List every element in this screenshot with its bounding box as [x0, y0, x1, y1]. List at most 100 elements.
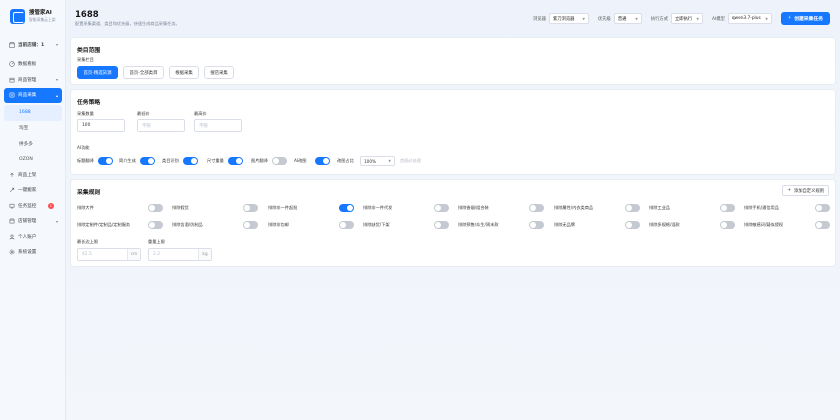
- sidebar-subitem-1688[interactable]: 1688: [4, 105, 62, 121]
- rule-label: 排除多规格/混款: [649, 222, 680, 227]
- category-option-all[interactable]: 首页-全部类目: [123, 66, 164, 79]
- rule-label: 排除工业品: [649, 205, 670, 210]
- rule-toggle-tobacco[interactable]: [529, 204, 544, 212]
- plus-icon: +: [787, 188, 791, 193]
- rule-toggle-custom[interactable]: [148, 221, 163, 229]
- max-price-input[interactable]: 不限: [194, 119, 242, 132]
- rule-toggle-phone[interactable]: [815, 204, 830, 212]
- rule-toggle-industrial[interactable]: [720, 204, 735, 212]
- sidebar-item-collect[interactable]: 商品采集 ▴: [4, 87, 62, 103]
- ratio-select[interactable]: 100% ▼: [360, 156, 395, 166]
- rule-toggle-oversize[interactable]: [148, 204, 163, 212]
- category-detect-toggle[interactable]: [183, 157, 198, 165]
- rule-toggle-underwear[interactable]: [625, 204, 640, 212]
- max-length-input[interactable]: 42.5 cm: [77, 248, 141, 261]
- sidebar-item-label: 系统设置: [18, 250, 37, 256]
- image-translate-toggle[interactable]: [272, 157, 287, 165]
- unit-kg: kg: [198, 249, 211, 260]
- shop-selector[interactable]: 当前店铺：1 ▾: [0, 37, 66, 53]
- count-input[interactable]: 100: [77, 119, 125, 132]
- priority-select[interactable]: 普通 ▼: [613, 13, 642, 24]
- ratio-label: 改图占比: [337, 158, 354, 163]
- chevron-down-icon: ▼: [696, 16, 700, 21]
- ratio-hint: 首图必处理: [400, 158, 421, 163]
- title-translate-toggle[interactable]: [98, 157, 113, 165]
- intro-generate-toggle[interactable]: [140, 157, 155, 165]
- category-option-featured[interactable]: 首页-精选货源: [77, 66, 118, 79]
- sidebar-item-stores[interactable]: 店铺管理 ▾: [0, 214, 66, 230]
- priority-value: 普通: [617, 16, 627, 22]
- browser-select[interactable]: 紫刀浏览器 ▼: [548, 13, 589, 24]
- chevron-down-icon: ▼: [765, 16, 768, 21]
- sidebar-item-label: 商品采集: [18, 93, 37, 99]
- rule-label: 排除含酒/仿制品: [172, 222, 203, 227]
- rule-label: 排除大件: [77, 205, 94, 210]
- rule-toggle-fake[interactable]: [243, 204, 258, 212]
- rule-toggle-out-of-stock[interactable]: [434, 221, 449, 229]
- store-icon: [9, 42, 15, 48]
- exec-select[interactable]: 立即执行 ▼: [671, 13, 704, 24]
- dashboard-icon: [9, 61, 15, 67]
- sidebar-subitem-label: 拼多多: [19, 141, 33, 147]
- min-price-input[interactable]: 不限: [137, 119, 185, 132]
- toggle-label: 简介生成: [119, 158, 136, 163]
- rule-toggle-liquor[interactable]: [243, 221, 258, 229]
- rule-label: 排除属性/内衣类商品: [554, 205, 594, 210]
- rule-toggle-multi-spec[interactable]: [720, 221, 735, 229]
- sidebar-item-products[interactable]: 商品管理 ▾: [0, 72, 66, 88]
- ratio-value: 100%: [364, 158, 376, 164]
- rule-label: 排除定制件/定制品/定制服务: [77, 222, 131, 227]
- weight-label: 重量上限: [148, 239, 165, 244]
- rule-label: 排除缺货/下架: [363, 222, 390, 227]
- rules-title: 采集规则: [77, 190, 101, 196]
- add-rule-button[interactable]: + 添加自定义规则: [782, 185, 829, 196]
- sidebar-subitem-pinduoduo[interactable]: 拼多多: [0, 136, 66, 152]
- max-length-label: 最长边上限: [77, 239, 98, 244]
- sidebar-item-label: 个人账户: [18, 234, 37, 240]
- sidebar-item-settings[interactable]: 系统设置: [0, 245, 66, 261]
- chevron-down-icon: ▼: [635, 16, 638, 21]
- rule-toggle-sensitive[interactable]: [815, 221, 830, 229]
- sidebar-subitem-label: OZON: [19, 156, 33, 162]
- notification-badge: 1: [47, 202, 54, 209]
- category-option-keyword[interactable]: 根据采集: [169, 66, 199, 79]
- rule-toggle-dropship[interactable]: [434, 204, 449, 212]
- max-price-label: 最高价: [194, 111, 207, 116]
- rule-label: 排除预售/众生/周末款: [458, 222, 499, 227]
- rule-toggle-no-free-shipping[interactable]: [339, 221, 354, 229]
- collect-icon: [9, 92, 15, 98]
- rule-toggle-min-batch[interactable]: [339, 204, 354, 212]
- sidebar-item-listing[interactable]: 商品上架: [0, 167, 66, 183]
- sidebar-item-label: 商品上架: [18, 172, 37, 178]
- sidebar-item-move[interactable]: 一键搬家: [0, 183, 66, 199]
- size-weight-toggle[interactable]: [228, 157, 243, 165]
- sidebar-item-account[interactable]: 个人账户: [0, 229, 66, 245]
- rules-card: 采集规则 + 添加自定义规则 排除大件 排除假货 排除非一件起批 排除非一件代发…: [70, 179, 836, 267]
- rule-label: 排除无品牌: [554, 222, 575, 227]
- rule-toggle-no-brand[interactable]: [625, 221, 640, 229]
- rule-label: 排除假货: [172, 205, 189, 210]
- category-option-shop[interactable]: 搜店采集: [204, 66, 234, 79]
- move-icon: [9, 187, 15, 193]
- chevron-down-icon: ▾: [55, 218, 58, 224]
- exec-label: 执行方式: [650, 16, 669, 22]
- sidebar-item-label: 任务监控: [18, 203, 37, 209]
- rule-toggle-presale[interactable]: [529, 221, 544, 229]
- ai-image-toggle[interactable]: [315, 157, 330, 165]
- sidebar-item-dashboard[interactable]: 数据看板: [0, 57, 66, 73]
- rule-label: 排除非包邮: [268, 222, 289, 227]
- logo-icon: [10, 9, 25, 24]
- top-toolbar: 浏览器 紫刀浏览器 ▼ 优先级 普通 ▼ 执行方式 立即执行 ▼ AI模型 qw…: [533, 12, 830, 25]
- store-icon: [9, 218, 15, 224]
- chevron-down-icon: ▾: [55, 42, 58, 48]
- weight-input[interactable]: 2.2 kg: [148, 248, 212, 261]
- sidebar-item-monitor[interactable]: 任务监控 1: [0, 198, 66, 214]
- sidebar-subitem-ozon[interactable]: OZON: [0, 152, 66, 168]
- sidebar-subitem-taobao[interactable]: 淘宝: [0, 121, 66, 137]
- model-select[interactable]: qwen3.7-plus ▼: [727, 13, 772, 24]
- monitor-icon: [9, 203, 15, 209]
- create-task-button[interactable]: ⚡ 创建采集任务: [780, 12, 830, 25]
- category-card: 类目范围 采集栏目 首页-精选货源 首页-全部类目 根据采集 搜店采集: [70, 37, 836, 85]
- priority-label: 优先级: [597, 16, 611, 22]
- rule-label: 排除香烟/组合装: [458, 205, 489, 210]
